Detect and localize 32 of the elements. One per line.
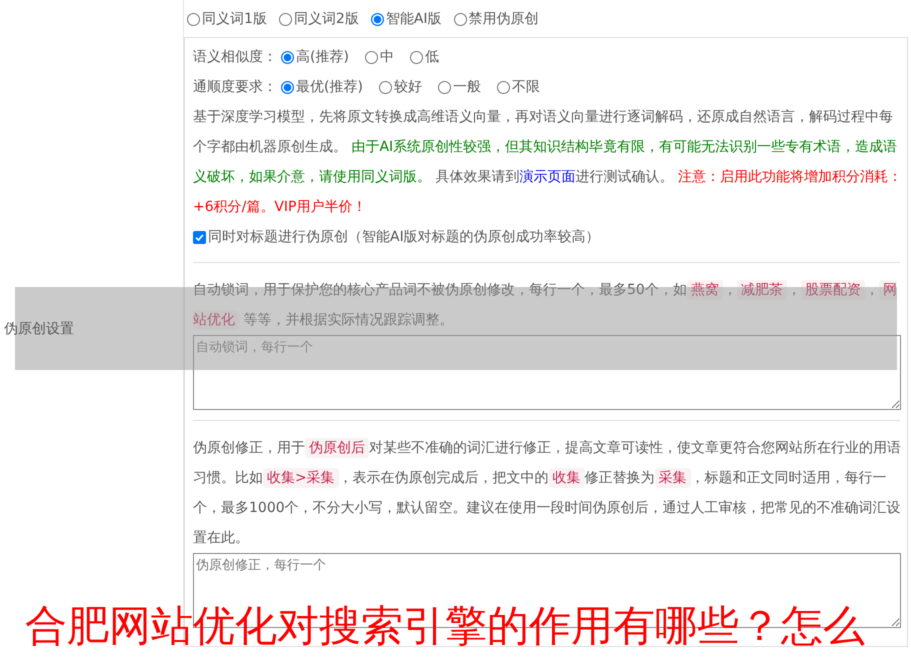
- radio-button[interactable]: [364, 50, 378, 64]
- version-option[interactable]: 同义词1版: [187, 8, 267, 30]
- title-rewrite-checkbox[interactable]: 同时对标题进行伪原创（智能AI版对标题的伪原创成功率较高）: [193, 222, 600, 252]
- version-option[interactable]: 同义词2版: [278, 8, 359, 30]
- ai-description-text: 基于深度学习模型，先将原文转换成高维语义向量，再对语义向量进行逐词解码，还原成自然语言，解码过程中每个字都由机器原创生成。 由于AI系统原创性较强，但其知识结构毕竟有限，有可能无法识别一些专有术语，造成语义破坏，如果介意，请使用同义词版。 具体效果请到演示页面进行测试确认。 注意：启用此功能将增加积分消耗：+6积分/篇。VIP用户半价！: [193, 108, 903, 217]
- fluency-label: 通顺度要求：: [193, 78, 277, 97]
- radio-button[interactable]: [278, 12, 292, 26]
- similarity-option[interactable]: 高(推荐): [281, 42, 349, 72]
- lock-words-description: 自动锁词，用于保护您的核心产品词不被伪原创修改，每行一个，最多50个，如 燕窝 ， 减肥茶 ， 股票配资 ， 网站优化 等等，并根据实际情况跟踪调整。: [193, 279, 898, 332]
- version-option[interactable]: 禁用伪原创: [454, 8, 539, 30]
- fluency-option[interactable]: 不限: [496, 72, 540, 102]
- version-option[interactable]: 智能AI版: [370, 8, 442, 30]
- similarity-label: 语义相似度：: [193, 48, 277, 67]
- radio-button[interactable]: [370, 12, 384, 26]
- radio-button[interactable]: [410, 50, 423, 64]
- correction-description: 伪原创修正，用于 伪原创后 对某些不准确的词汇进行修正，提高文章可读性，使文章更符合您网站所在行业的用语习惯。比如 收集>采集 ，表示在伪原创完成后，把文中的 收集 修正替换为 采集 ，标题和正文同时适用，每行一个，最多1000个，不分大小写，默认留空。建议在使用一段时间伪原创后，通过人工审核，把常见的不准确词汇设置在此。: [193, 437, 902, 548]
- section-label: 伪原创设置: [4, 320, 74, 338]
- fluency-option[interactable]: 一般: [438, 72, 481, 102]
- radio-button[interactable]: [454, 12, 467, 26]
- checkbox[interactable]: [193, 230, 206, 244]
- lock-words-field[interactable]: 自动锁词，每行一个: [193, 335, 901, 410]
- fluency-option[interactable]: 最优(推荐): [281, 72, 363, 102]
- radio-button[interactable]: [438, 80, 451, 94]
- radio-button[interactable]: [281, 80, 294, 94]
- similarity-option[interactable]: 低: [410, 42, 439, 72]
- similarity-option[interactable]: 中: [364, 42, 394, 72]
- radio-button[interactable]: [281, 50, 294, 64]
- radio-button[interactable]: [187, 12, 200, 26]
- radio-button[interactable]: [378, 80, 392, 94]
- radio-button[interactable]: [496, 80, 510, 94]
- demo-page-link[interactable]: 演示页面: [519, 169, 576, 185]
- fluency-option[interactable]: 较好: [378, 72, 422, 102]
